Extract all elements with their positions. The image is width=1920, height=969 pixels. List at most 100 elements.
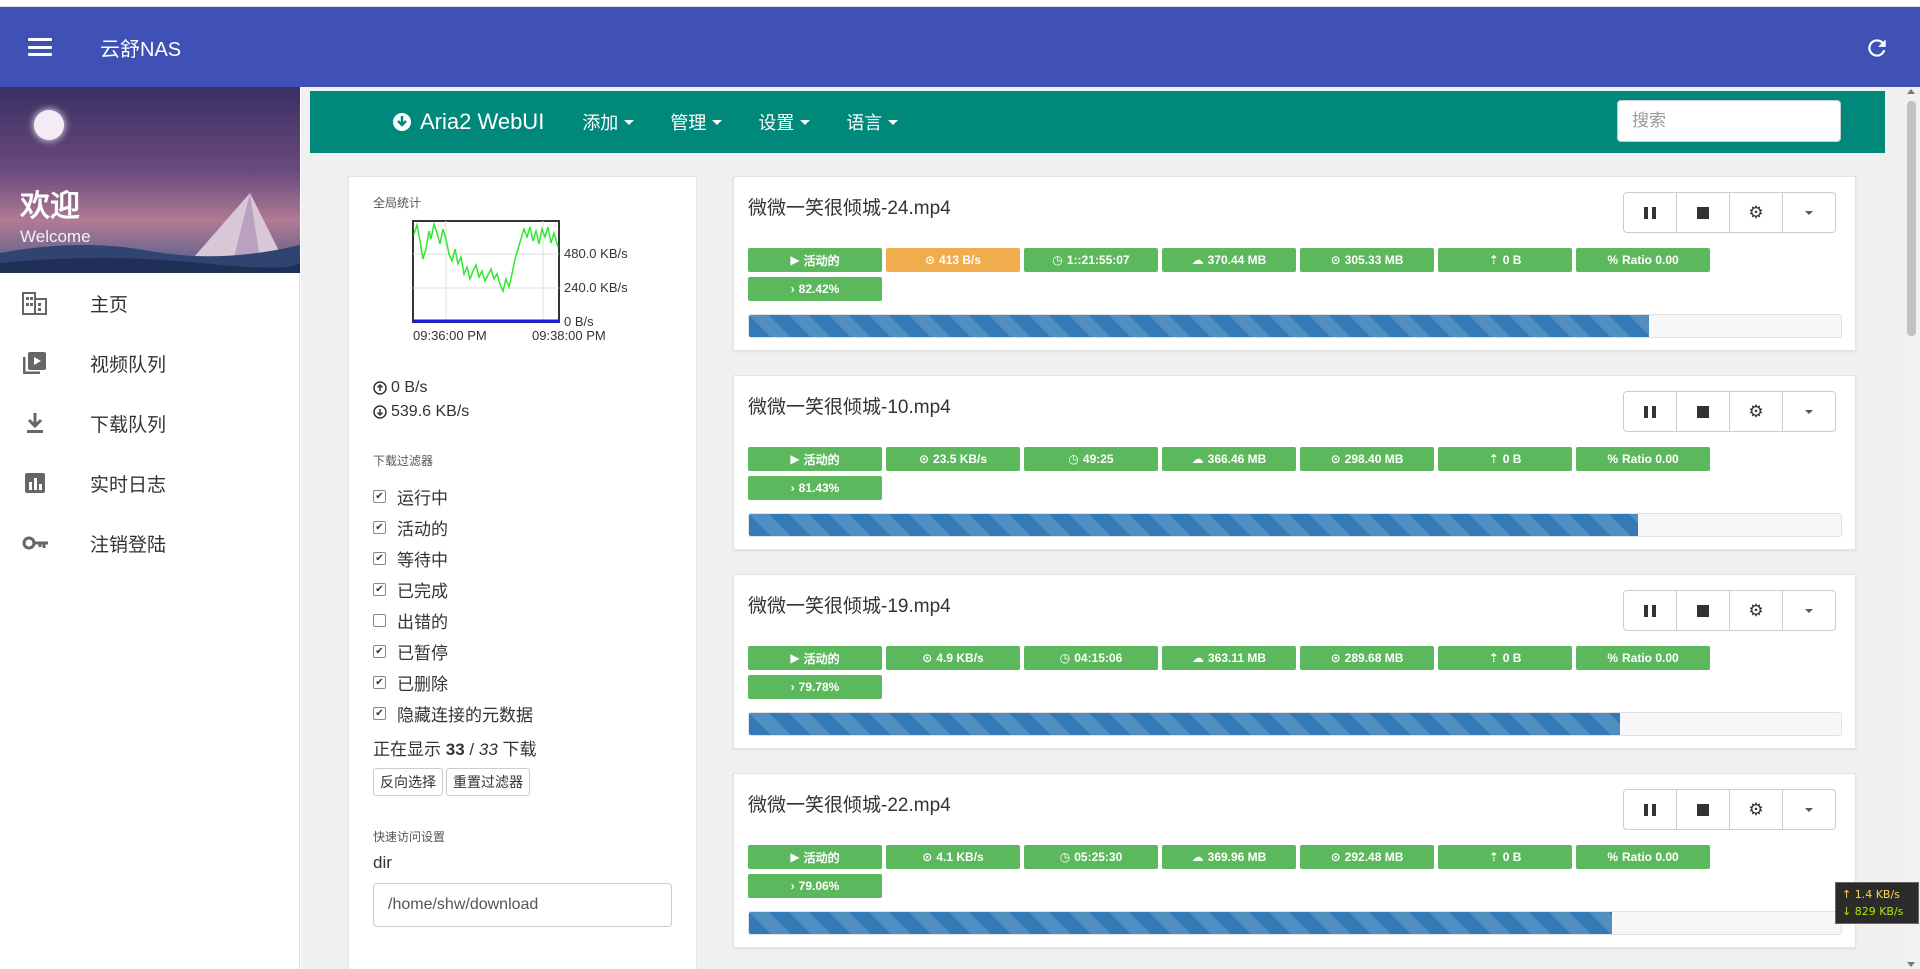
dir-input[interactable] [373,883,672,927]
more-dropdown-button[interactable] [1782,789,1836,830]
filter-label: 已完成 [397,582,448,601]
settings-button[interactable]: ⚙ [1729,391,1783,432]
filter-active[interactable]: ✔ 活动的 [373,512,672,543]
nav-item-download-queue[interactable]: 下载队列 [0,393,299,453]
status-badge: ▶ 活动的 [748,248,882,272]
badge-text: 79.06% [798,879,840,893]
more-dropdown-button[interactable] [1782,192,1836,233]
stop-icon [1697,405,1709,418]
aria2-navbar: Aria2 WebUI 添加 管理 设置 语言 [310,91,1885,153]
download-card: 微微一笑很倾城-24.mp4 ⚙ ▶ 活动的 ⊙ 413 B/s ◷ 1::21:55… [733,176,1856,351]
nav-item-video-queue[interactable]: 视频队列 [0,333,299,393]
status-badge: ▶ 活动的 [748,646,882,670]
badge-text: 363.11 MB [1207,651,1267,665]
mountain-illustration [0,193,300,273]
checkbox[interactable]: ✔ [373,707,386,720]
menu-language[interactable]: 语言 [846,109,899,135]
menu-manage[interactable]: 管理 [670,109,723,135]
filter-removed[interactable]: ✔ 已删除 [373,667,672,698]
filter-complete[interactable]: ✔ 已完成 [373,574,672,605]
caret-down-icon [624,119,635,125]
menu-label: 添加 [582,113,619,133]
badge-text: 0 B [1502,452,1522,466]
progress-bar [748,314,1842,338]
scroll-down-icon[interactable] [1907,962,1915,967]
app-title: 云舒NAS [100,38,182,61]
download-actions: ⚙ [1623,590,1836,631]
checkbox[interactable]: ✔ [373,583,386,596]
download-speed: 539.6 KB/s [373,400,672,424]
brand[interactable]: Aria2 WebUI [392,109,544,135]
invert-selection-button[interactable]: 反向选择 [373,768,443,796]
badge-text: 289.68 MB [1344,651,1404,665]
percent-badge: › 81.43% [748,476,882,500]
filter-label: 活动的 [397,520,448,539]
filter-title: 下载过滤器 [373,454,434,468]
download-card: 微微一笑很倾城-10.mp4 ⚙ ▶ 活动的 ⊙ 23.5 KB/s ◷ 49:25 … [733,375,1856,550]
download-circle-icon [373,405,387,419]
badge-text: 活动的 [803,651,840,666]
checkbox[interactable]: ✔ [373,490,386,503]
dir-label: dir [373,853,392,872]
stop-button[interactable] [1676,391,1730,432]
badge-text: 1::21:55:07 [1066,253,1130,267]
reset-filters-button[interactable]: 重置过滤器 [446,768,530,796]
settings-button[interactable]: ⚙ [1729,192,1783,233]
ratio-badge: % Ratio 0.00 [1576,447,1710,471]
cloud-icon: ☁ [1191,452,1204,466]
pause-button[interactable] [1623,391,1677,432]
menu-button[interactable] [0,7,80,87]
scroll-up-icon[interactable] [1907,89,1915,94]
checkbox[interactable]: ✔ [373,645,386,658]
menu-settings[interactable]: 设置 [758,109,811,135]
checkbox[interactable]: ✔ [373,552,386,565]
nav-item-realtime-log[interactable]: 实时日志 [0,453,299,513]
nav-menu: 添加 管理 设置 语言 [582,109,899,135]
settings-button[interactable]: ⚙ [1729,590,1783,631]
eta-badge: ◷ 04:15:06 [1024,646,1158,670]
filter-running[interactable]: ✔ 运行中 [373,481,672,512]
download-circle-icon: ⊙ [1330,253,1341,267]
filter-hide-metadata[interactable]: ✔ 隐藏连接的元数据 [373,698,672,729]
checkbox[interactable] [373,614,386,627]
download-badges: ▶ 活动的 ⊙ 23.5 KB/s ◷ 49:25 ☁ 366.46 MB ⊙ 298.4… [748,447,1748,500]
y-tick-label: 240.0 KB/s [564,280,628,295]
play-icon: ▶ [790,452,800,466]
stop-button[interactable] [1676,192,1730,233]
size-badge: ☁ 370.44 MB [1162,248,1296,272]
nav-item-logout[interactable]: 注销登陆 [0,513,299,573]
checkbox[interactable]: ✔ [373,676,386,689]
global-stats-panel: 全局统计 480.0 KB/s 240.0 KB/s 0 B/s 09:36:0… [348,176,697,969]
scrollbar-thumb[interactable] [1907,101,1916,336]
download-name: 微微一笑很倾城-19.mp4 [748,596,951,617]
speed-chart-svg: 480.0 KB/s 240.0 KB/s 0 B/s 09:36:00 PM … [412,220,628,343]
refresh-icon[interactable] [1864,35,1890,61]
menu-add[interactable]: 添加 [582,109,635,135]
more-dropdown-button[interactable] [1782,391,1836,432]
nav-item-label: 下载队列 [90,414,167,436]
filter-paused[interactable]: ✔ 已暂停 [373,636,672,667]
stop-button[interactable] [1676,789,1730,830]
scrollbar[interactable] [1903,87,1920,969]
settings-button[interactable]: ⚙ [1729,789,1783,830]
badge-text: 活动的 [803,850,840,865]
download-badges: ▶ 活动的 ⊙ 4.9 KB/s ◷ 04:15:06 ☁ 363.11 MB ⊙ 289… [748,646,1748,699]
filter-error[interactable]: 出错的 [373,605,672,636]
pause-button[interactable] [1623,590,1677,631]
badge-text: 4.1 KB/s [936,850,984,864]
badge-text: 369.96 MB [1207,850,1267,864]
upload-badge: ⇡ 0 B [1438,248,1572,272]
pause-button[interactable] [1623,192,1677,233]
filter-waiting[interactable]: ✔ 等待中 [373,543,672,574]
upload-badge: ⇡ 0 B [1438,447,1572,471]
nav-item-home[interactable]: 主页 [0,273,299,333]
more-dropdown-button[interactable] [1782,590,1836,631]
percent-icon: % [1607,253,1618,267]
pause-button[interactable] [1623,789,1677,830]
stop-button[interactable] [1676,590,1730,631]
badge-text: 0 B [1502,651,1522,665]
search-input[interactable] [1617,100,1841,142]
checkbox[interactable]: ✔ [373,521,386,534]
pause-icon [1644,206,1656,219]
badge-text: Ratio 0.00 [1621,253,1679,267]
